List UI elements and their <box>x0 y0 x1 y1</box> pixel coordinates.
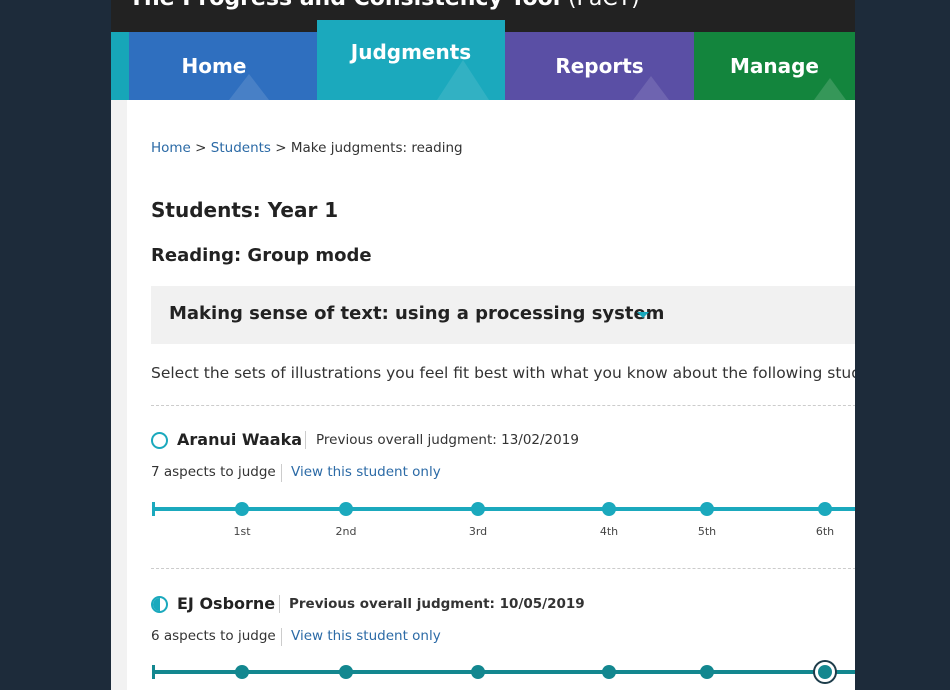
aspects-count: 7 aspects to judge <box>151 464 276 480</box>
scale-point[interactable] <box>602 665 616 679</box>
aspect-dropdown-value: Making sense of text: using a processing… <box>169 303 665 324</box>
scale-tick-label: 4th <box>599 525 619 538</box>
judgment-scale <box>151 661 855 690</box>
scale-tick-label: 6th <box>815 525 835 538</box>
view-student-link[interactable]: View this student only <box>291 628 441 644</box>
content-gutter <box>111 100 127 690</box>
scale-point[interactable] <box>700 502 714 516</box>
separator <box>281 464 282 482</box>
app-title: The Progress and Consistency Tool (PaCT) <box>129 0 640 11</box>
main-nav: Home Judgments Reports Manage <box>111 20 855 100</box>
breadcrumb-separator: > <box>270 140 291 156</box>
caret-down-icon <box>637 312 649 318</box>
scale-tick-label: 3rd <box>468 525 488 538</box>
scale-point[interactable] <box>235 665 249 679</box>
breadcrumb-home-link[interactable]: Home <box>151 140 191 156</box>
scale-start-cap <box>152 502 155 516</box>
aspect-dropdown[interactable]: Making sense of text: using a processing… <box>151 286 855 344</box>
separator <box>281 628 282 646</box>
student-row: EJ Osborne Previous overall judgment: 10… <box>151 594 855 690</box>
tab-decor-triangle <box>814 78 846 100</box>
tab-home-label: Home <box>181 54 247 78</box>
tab-home-accent <box>111 32 129 100</box>
scale-line <box>153 507 855 511</box>
tab-reports-label: Reports <box>555 54 644 78</box>
scale-point[interactable] <box>602 502 616 516</box>
app-title-text: The Progress and Consistency Tool <box>129 0 560 11</box>
subject-heading: Reading: Group mode <box>151 245 372 266</box>
previous-judgment: Previous overall judgment: 13/02/2019 <box>316 432 579 448</box>
scale-point-selected[interactable] <box>815 662 835 682</box>
scale-tick-label: 2nd <box>335 525 357 538</box>
scale-point[interactable] <box>818 502 832 516</box>
tab-manage-label: Manage <box>729 54 819 78</box>
app-window: The Progress and Consistency Tool (PaCT)… <box>111 0 855 690</box>
student-name: EJ Osborne <box>177 594 276 613</box>
scale-point[interactable] <box>339 665 353 679</box>
tab-judgments[interactable]: Judgments <box>317 20 505 100</box>
student-row: Aranui Waaka Previous overall judgment: … <box>151 430 855 570</box>
previous-judgment: Previous overall judgment: 10/05/2019 <box>289 596 585 612</box>
separator <box>305 431 306 449</box>
page-title: Students: Year 1 <box>151 198 339 222</box>
view-student-link[interactable]: View this student only <box>291 464 441 480</box>
breadcrumb-students-link[interactable]: Students <box>211 140 271 156</box>
scale-point[interactable] <box>700 665 714 679</box>
scale-point[interactable] <box>471 502 485 516</box>
instructions-text: Select the sets of illustrations you fee… <box>151 364 855 382</box>
breadcrumb-separator: > <box>190 140 211 156</box>
scale-point[interactable] <box>471 665 485 679</box>
breadcrumb: Home > Students > Make judgments: readin… <box>151 140 463 156</box>
divider <box>151 568 855 569</box>
tab-manage[interactable]: Manage <box>694 32 855 100</box>
tab-reports[interactable]: Reports <box>505 32 694 100</box>
breadcrumb-current: Make judgments: reading <box>290 140 463 156</box>
main-content: Home > Students > Make judgments: readin… <box>151 100 855 690</box>
tab-decor-triangle <box>437 60 489 100</box>
aspects-count: 6 aspects to judge <box>151 628 276 644</box>
divider <box>151 405 855 406</box>
separator <box>279 595 280 613</box>
scale-start-cap <box>152 665 155 679</box>
scale-point[interactable] <box>339 502 353 516</box>
scale-tick-label: 5th <box>697 525 717 538</box>
scale-point[interactable] <box>235 502 249 516</box>
judgment-scale: 1st 2nd 3rd 4th 5th 6th <box>151 498 855 538</box>
tab-decor-triangle <box>633 76 669 100</box>
app-title-abbr: (PaCT) <box>568 0 640 11</box>
status-empty-circle-icon <box>151 432 168 449</box>
scale-line <box>153 670 855 674</box>
scale-tick-label: 1st <box>233 525 251 538</box>
tab-home[interactable]: Home <box>111 32 317 100</box>
status-half-circle-icon <box>151 596 168 613</box>
tab-judgments-label: Judgments <box>350 40 472 64</box>
student-name: Aranui Waaka <box>177 430 303 449</box>
